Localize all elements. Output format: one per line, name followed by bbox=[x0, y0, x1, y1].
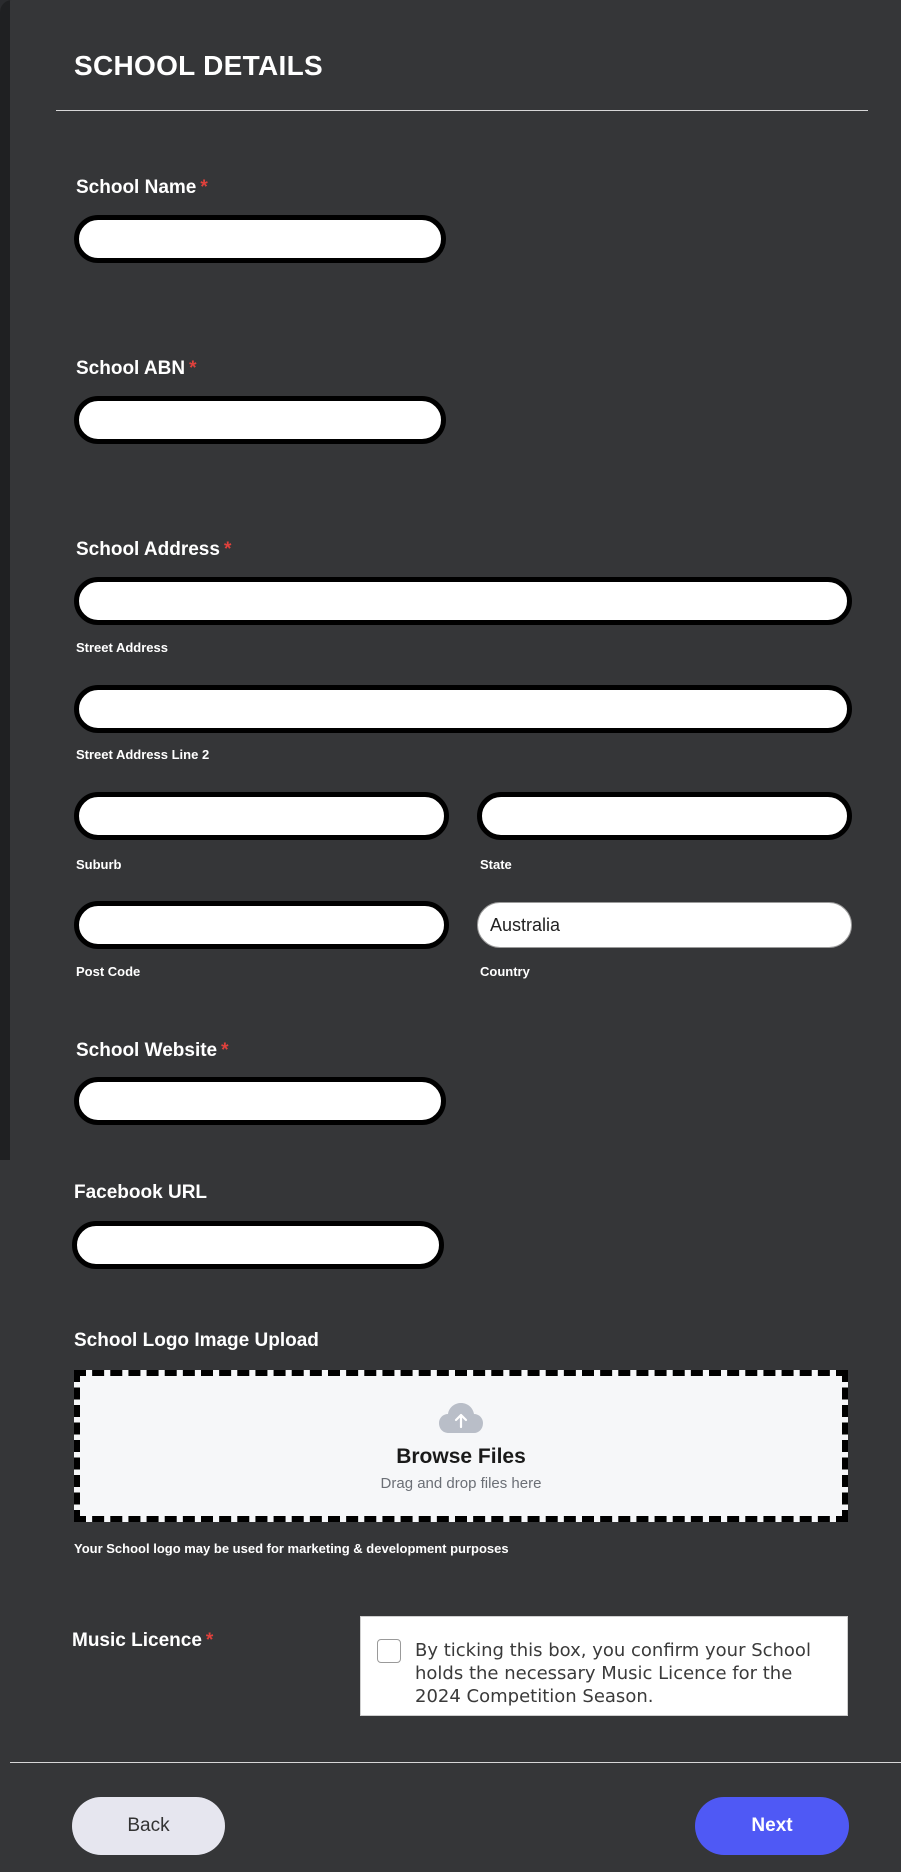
logo-dropzone[interactable]: Browse Files Drag and drop files here bbox=[74, 1370, 848, 1522]
street-address-label: Street Address bbox=[76, 640, 168, 655]
title-divider bbox=[56, 110, 868, 111]
left-edge-shadow bbox=[0, 0, 10, 1160]
facebook-url-label: Facebook URL bbox=[74, 1182, 208, 1203]
school-abn-label-text: School ABN bbox=[76, 358, 186, 379]
required-marker: * bbox=[189, 358, 197, 379]
school-name-label-text: School Name bbox=[76, 177, 197, 198]
suburb-label: Suburb bbox=[76, 857, 122, 872]
post-code-input[interactable] bbox=[74, 901, 449, 949]
school-details-page: SCHOOL DETAILS School Name * School ABN * … bbox=[0, 0, 901, 1872]
music-licence-label: Music Licence * bbox=[72, 1630, 213, 1652]
country-input[interactable] bbox=[477, 902, 852, 948]
music-licence-checkbox[interactable] bbox=[377, 1639, 401, 1663]
school-name-label: School Name * bbox=[76, 177, 208, 199]
school-name-input[interactable] bbox=[74, 215, 446, 263]
street-address-line2-input[interactable] bbox=[74, 685, 852, 733]
street-address-input[interactable] bbox=[74, 577, 852, 625]
state-label: State bbox=[480, 857, 512, 872]
footer-divider bbox=[10, 1762, 901, 1763]
school-abn-input[interactable] bbox=[74, 396, 446, 444]
cloud-upload-icon bbox=[439, 1402, 483, 1433]
back-button[interactable]: Back bbox=[72, 1797, 225, 1855]
music-licence-label-text: Music Licence bbox=[72, 1630, 202, 1651]
next-button[interactable]: Next bbox=[695, 1797, 849, 1855]
school-address-label: School Address * bbox=[76, 539, 231, 561]
drag-drop-hint: Drag and drop files here bbox=[380, 1474, 542, 1492]
required-marker: * bbox=[200, 177, 208, 198]
section-title: SCHOOL DETAILS bbox=[74, 50, 323, 81]
required-marker: * bbox=[223, 539, 232, 560]
state-input[interactable] bbox=[477, 792, 852, 840]
logo-upload-label: School Logo Image Upload bbox=[74, 1330, 319, 1351]
country-label: Country bbox=[480, 964, 530, 979]
facebook-url-input[interactable] bbox=[72, 1221, 444, 1269]
school-address-label-text: School Address bbox=[76, 539, 220, 560]
suburb-input[interactable] bbox=[74, 792, 449, 840]
required-marker: * bbox=[221, 1040, 229, 1061]
school-website-label-text: School Website bbox=[76, 1040, 218, 1061]
logo-usage-note: Your School logo may be used for marketi… bbox=[74, 1541, 509, 1556]
required-marker: * bbox=[205, 1630, 214, 1651]
school-website-label: School Website * bbox=[76, 1040, 229, 1062]
browse-files-label[interactable]: Browse Files bbox=[396, 1445, 526, 1469]
music-licence-box: By ticking this box, you confirm your Sc… bbox=[360, 1616, 848, 1716]
music-licence-text: By ticking this box, you confirm your Sc… bbox=[415, 1640, 811, 1707]
street-address-line2-label: Street Address Line 2 bbox=[76, 747, 210, 762]
post-code-label: Post Code bbox=[76, 964, 141, 979]
school-abn-label: School ABN * bbox=[76, 358, 196, 380]
school-website-input[interactable] bbox=[74, 1077, 446, 1125]
